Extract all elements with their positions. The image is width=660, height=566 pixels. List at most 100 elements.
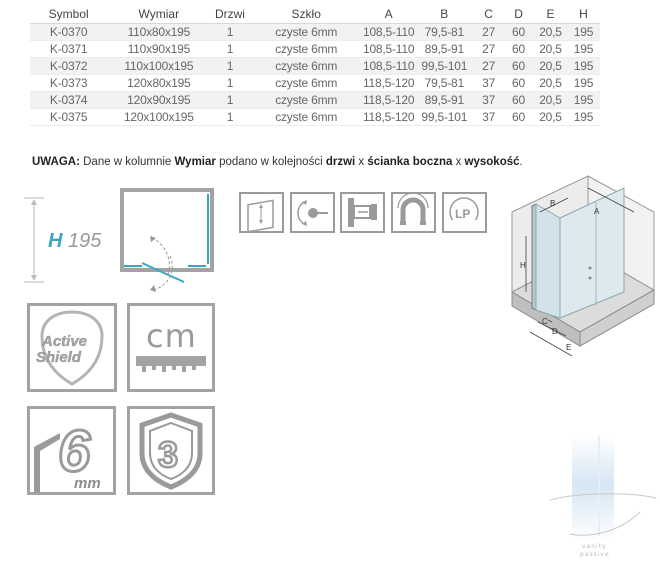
cell-a: 118,5-120 [362,74,415,92]
cell-c: 27 [474,23,504,41]
brand-watermark: vanity passive [549,436,657,558]
cell-wymiar: 110x100x195 [107,57,211,75]
height-label: H 195 [48,230,101,253]
col-d: D [503,4,534,24]
door-plan-icon [120,188,214,292]
cell-h: 195 [566,40,600,58]
cell-symbol: K-0375 [30,108,108,126]
cell-wymiar: 110x80x195 [107,23,211,41]
cell-szklo: czyste 6mm [249,91,363,109]
cell-drzwi: 1 [210,23,250,41]
active-shield-icon: Active Shield [27,303,117,392]
cell-b: 89,5-91 [414,91,475,109]
cell-wymiar: 110x90x195 [107,40,211,58]
col-drzwi: Drzwi [210,4,250,24]
col-e: E [533,4,567,24]
cell-d: 60 [503,40,534,58]
dim-label-b: B [550,199,555,208]
rotation-hinge-icon [290,192,335,233]
cell-h: 195 [566,91,600,109]
cell-d: 60 [503,91,534,109]
height-letter: H [48,230,63,252]
note-bold-3: ścianka boczna [367,156,453,168]
cell-symbol: K-0372 [30,57,108,75]
note-text-4: x [452,156,465,168]
glass-unit-label: mm [74,475,101,492]
cell-c: 37 [474,74,504,92]
cell-drzwi: 1 [210,108,250,126]
spec-table: Symbol Wymiar Drzwi Szkło A B C D E H K-… [30,4,600,126]
cell-drzwi: 1 [210,40,250,58]
note-prefix: UWAGA: [32,156,80,168]
table-row: K-0373 120x80x195 1 czyste 6mm 118,5-120… [30,74,600,92]
warranty-3-years-icon: 3 [127,406,215,495]
col-h: H [566,4,600,24]
cell-b: 89,5-91 [414,40,475,58]
cell-e: 20,5 [533,91,567,109]
cell-symbol: K-0374 [30,91,108,109]
cell-a: 118,5-120 [362,91,415,109]
dimension-note: UWAGA: Dane w kolumnie Wymiar podano w k… [32,156,523,168]
magnet-icon [391,192,436,233]
cell-c: 27 [474,57,504,75]
cell-szklo: czyste 6mm [249,23,363,41]
cell-h: 195 [566,74,600,92]
cell-szklo: czyste 6mm [249,108,363,126]
height-arrow-icon [24,197,44,283]
cell-szklo: czyste 6mm [249,57,363,75]
cell-a: 108,5-110 [362,57,415,75]
note-bold-4: wysokość [464,156,520,168]
cell-d: 60 [503,74,534,92]
cell-c: 37 [474,91,504,109]
cell-e: 20,5 [533,23,567,41]
cell-wymiar: 120x100x195 [107,108,211,126]
col-symbol: Symbol [30,4,108,24]
note-text-1: Dane w kolumnie [79,156,175,168]
adjustable-profile-icon [340,192,385,233]
cell-wymiar: 120x80x195 [107,74,211,92]
cell-szklo: czyste 6mm [249,74,363,92]
cell-a: 108,5-110 [362,40,415,58]
warranty-years: 3 [158,434,178,475]
col-b: B [414,4,475,24]
table-header-row: Symbol Wymiar Drzwi Szkło A B C D E H [30,4,600,24]
watermark-text: vanity [582,543,607,550]
cell-h: 195 [566,23,600,41]
note-text-3: x [355,156,368,168]
cell-a: 118,5-120 [362,108,415,126]
cell-h: 195 [566,57,600,75]
col-a: A [362,4,415,24]
active-shield-line1: Active [41,333,87,350]
dim-label-e: E [566,343,571,352]
cell-d: 60 [503,108,534,126]
table-row: K-0375 120x100x195 1 czyste 6mm 118,5-12… [30,108,600,126]
cell-e: 20,5 [533,108,567,126]
cell-h: 195 [566,108,600,126]
lp-text: LP [455,207,470,221]
cell-d: 60 [503,23,534,41]
col-szklo: Szkło [249,4,363,24]
cell-drzwi: 1 [210,91,250,109]
cell-drzwi: 1 [210,74,250,92]
lp-reversible-icon: LP [442,192,487,233]
cell-drzwi: 1 [210,57,250,75]
cell-b: 79,5-81 [414,23,475,41]
cell-symbol: K-0373 [30,74,108,92]
cm-label: cm [146,317,197,355]
cell-d: 60 [503,57,534,75]
glass-thickness-icon: 6 [27,406,116,495]
cell-e: 20,5 [533,40,567,58]
cell-symbol: K-0371 [30,40,108,58]
cell-szklo: czyste 6mm [249,40,363,58]
dim-label-c: C [542,317,548,326]
table-row: K-0370 110x80x195 1 czyste 6mm 108,5-110… [30,23,600,41]
cell-e: 20,5 [533,74,567,92]
note-text-5: . [519,156,523,168]
cell-wymiar: 120x90x195 [107,91,211,109]
cell-a: 108,5-110 [362,23,415,41]
cell-c: 37 [474,108,504,126]
note-text-2: podano w kolejności [215,156,326,168]
door-reversible-icon [239,192,284,233]
note-bold-1: Wymiar [174,156,216,168]
cell-symbol: K-0370 [30,23,108,41]
